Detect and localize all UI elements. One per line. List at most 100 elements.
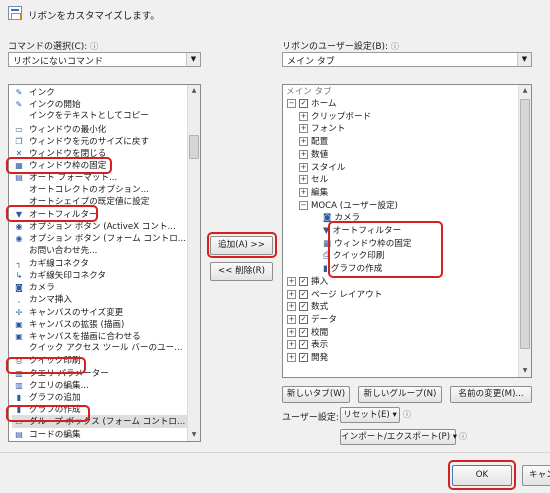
tree-item[interactable]: + スタイル	[299, 162, 345, 175]
customize-ribbon-label: リボンのユーザー設定(B): ⓘ	[282, 42, 399, 52]
tree-item[interactable]: − ✓ ホーム	[287, 98, 337, 111]
pen-icon: ✎	[15, 88, 23, 97]
tree-item[interactable]: − MOCA (ユーザー設定)	[299, 200, 398, 213]
list-item[interactable]: ✎ インク	[12, 86, 187, 99]
cancel-button[interactable]: キャン	[522, 465, 550, 486]
tab-checkbox[interactable]: ✓	[299, 314, 308, 324]
canvas-expand-icon: ▣	[15, 319, 23, 329]
list-item[interactable]: ▤ コードの編集	[12, 428, 187, 441]
tree-item[interactable]: + ✓ 表示	[287, 339, 328, 352]
tree-item[interactable]: + 編集	[299, 187, 328, 200]
ribbon-tree-scrollbar[interactable]: ▲ ▼	[518, 85, 531, 377]
tab-checkbox[interactable]: ✓	[299, 276, 308, 286]
scroll-up-icon[interactable]: ▲	[188, 85, 200, 97]
list-item[interactable]: インクをテキストとしてコピー	[12, 110, 187, 123]
list-item[interactable]: ▥ クエリの編集...	[12, 379, 187, 392]
tab-checkbox[interactable]: ✓	[299, 340, 308, 350]
tree-item[interactable]: + 配置	[299, 136, 328, 149]
list-item[interactable]: ▭ ウィンドウの最小化	[12, 123, 187, 136]
scroll-down-icon[interactable]: ▼	[188, 429, 200, 441]
tab-checkbox[interactable]: ✓	[299, 99, 308, 108]
tree-item-label: 編集	[311, 187, 329, 198]
tree-item[interactable]: + ✓ 開発	[287, 352, 328, 365]
list-item-label: キャンバスを描画に合わせる	[29, 332, 141, 342]
collapse-icon[interactable]: −	[299, 200, 308, 210]
scroll-up-icon[interactable]: ▲	[519, 85, 531, 97]
list-item-label: キャンバスの拡張 (描画)	[29, 319, 125, 330]
reset-button[interactable]: リセット(E) ▾	[340, 407, 400, 423]
expand-icon[interactable]: +	[299, 149, 308, 159]
chevron-down-icon[interactable]: ▼	[186, 53, 200, 66]
list-item[interactable]: ▮ グラフの追加	[12, 391, 187, 404]
expand-icon[interactable]: +	[287, 302, 296, 312]
customize-ribbon-dropdown[interactable]: メイン タブ ▼	[282, 52, 532, 67]
expand-icon[interactable]: +	[287, 340, 296, 350]
rename-button[interactable]: 名前の変更(M)...	[450, 386, 532, 403]
new-group-button[interactable]: 新しいグループ(N)	[358, 386, 442, 403]
list-item[interactable]: クイック アクセス ツール バーのユー...	[12, 342, 187, 355]
list-item[interactable]: オートコレクトのオプション...	[12, 184, 187, 197]
scroll-down-icon[interactable]: ▼	[519, 365, 531, 377]
tree-item-label: 配置	[311, 137, 329, 148]
customize-ribbon-value: メイン タブ	[287, 57, 335, 67]
commands-list-scrollbar[interactable]: ▲ ▼	[187, 85, 200, 441]
expand-icon[interactable]: +	[299, 175, 308, 185]
expand-icon[interactable]: +	[299, 162, 308, 172]
scroll-thumb[interactable]	[189, 135, 199, 159]
list-item[interactable]: ↳ カギ線矢印コネクタ	[12, 269, 187, 282]
tree-item[interactable]: + フォント	[299, 123, 345, 136]
tree-item[interactable]: + ✓ データ	[287, 314, 337, 327]
elbow-arrow-icon: ↳	[15, 271, 23, 280]
tree-item-label: ホーム	[311, 99, 337, 109]
list-item-label: インクをテキストとしてコピー	[29, 111, 149, 122]
expand-icon[interactable]: +	[299, 137, 308, 147]
expand-icon[interactable]: +	[287, 276, 296, 286]
list-item[interactable]: ┐ カギ線コネクタ	[12, 257, 187, 270]
list-item[interactable]: ❐ ウィンドウを元のサイズに戻す	[12, 135, 187, 148]
collapse-icon[interactable]: −	[287, 99, 296, 108]
tree-item[interactable]: + ✓ 挿入	[287, 276, 328, 289]
list-item[interactable]: ◉ オプション ボタン (ActiveX コント...	[12, 220, 187, 233]
commands-list[interactable]: ✎ インク ✎ インクの開始 インクをテキストとしてコピー ▭ ウィンドウの最小化 ❐ ウィンド…	[8, 84, 201, 442]
list-item[interactable]: ◉ オプション ボタン (フォーム コントロ...	[12, 232, 187, 245]
query-edit-icon: ▥	[15, 380, 23, 390]
scroll-thumb[interactable]	[520, 99, 530, 349]
expand-icon[interactable]: +	[287, 353, 296, 362]
tree-item[interactable]: + ✓ ページ レイアウト	[287, 289, 382, 302]
chevron-down-icon[interactable]: ▼	[517, 53, 531, 66]
tree-item[interactable]: + ✓ 数式	[287, 301, 328, 314]
expand-icon[interactable]: +	[287, 289, 296, 299]
tree-item[interactable]: + クリップボード	[299, 111, 371, 124]
tree-item-label: 表示	[311, 340, 329, 351]
minimize-icon: ▭	[15, 124, 23, 134]
import-export-button[interactable]: インポート/エクスポート(P) ▾	[340, 429, 457, 445]
info-icon: ⓘ	[390, 42, 399, 51]
expand-icon[interactable]: +	[299, 124, 308, 134]
tab-checkbox[interactable]: ✓	[299, 327, 308, 337]
new-tab-button[interactable]: 新しいタブ(W)	[282, 386, 350, 403]
tree-item[interactable]: + セル	[299, 174, 328, 187]
choose-commands-dropdown[interactable]: リボンにないコマンド ▼	[8, 52, 201, 67]
info-icon: ⓘ	[90, 42, 99, 51]
remove-button[interactable]: << 削除(R)	[210, 262, 273, 281]
tab-checkbox[interactable]: ✓	[299, 289, 308, 299]
list-item[interactable]: お問い合わせ先...	[12, 245, 187, 258]
expand-icon[interactable]: +	[299, 111, 308, 121]
expand-icon[interactable]: +	[287, 327, 296, 337]
list-item[interactable]: ◙ カメラ	[12, 281, 187, 294]
radio-icon: ◉	[15, 234, 23, 244]
list-item[interactable]: ✢ キャンバスのサイズ変更	[12, 306, 187, 319]
list-item[interactable]: ▣ キャンバスを描画に合わせる	[12, 330, 187, 343]
list-item-label: ウィンドウを元のサイズに戻す	[29, 136, 150, 147]
tree-item-label: スタイル	[311, 162, 346, 173]
expand-icon[interactable]: +	[299, 187, 308, 197]
tree-item[interactable]: + ✓ 校閲	[287, 327, 328, 340]
list-item[interactable]: , カンマ挿入	[12, 293, 187, 306]
tab-checkbox[interactable]: ✓	[299, 302, 308, 312]
list-item[interactable]: ▣ キャンバスの拡張 (描画)	[12, 318, 187, 331]
tree-item[interactable]: + 数値	[299, 149, 328, 162]
list-item[interactable]: ✎ インクの開始	[12, 98, 187, 111]
list-item-label: カギ線コネクタ	[29, 258, 89, 269]
tab-checkbox[interactable]: ✓	[299, 353, 308, 362]
expand-icon[interactable]: +	[287, 314, 296, 324]
